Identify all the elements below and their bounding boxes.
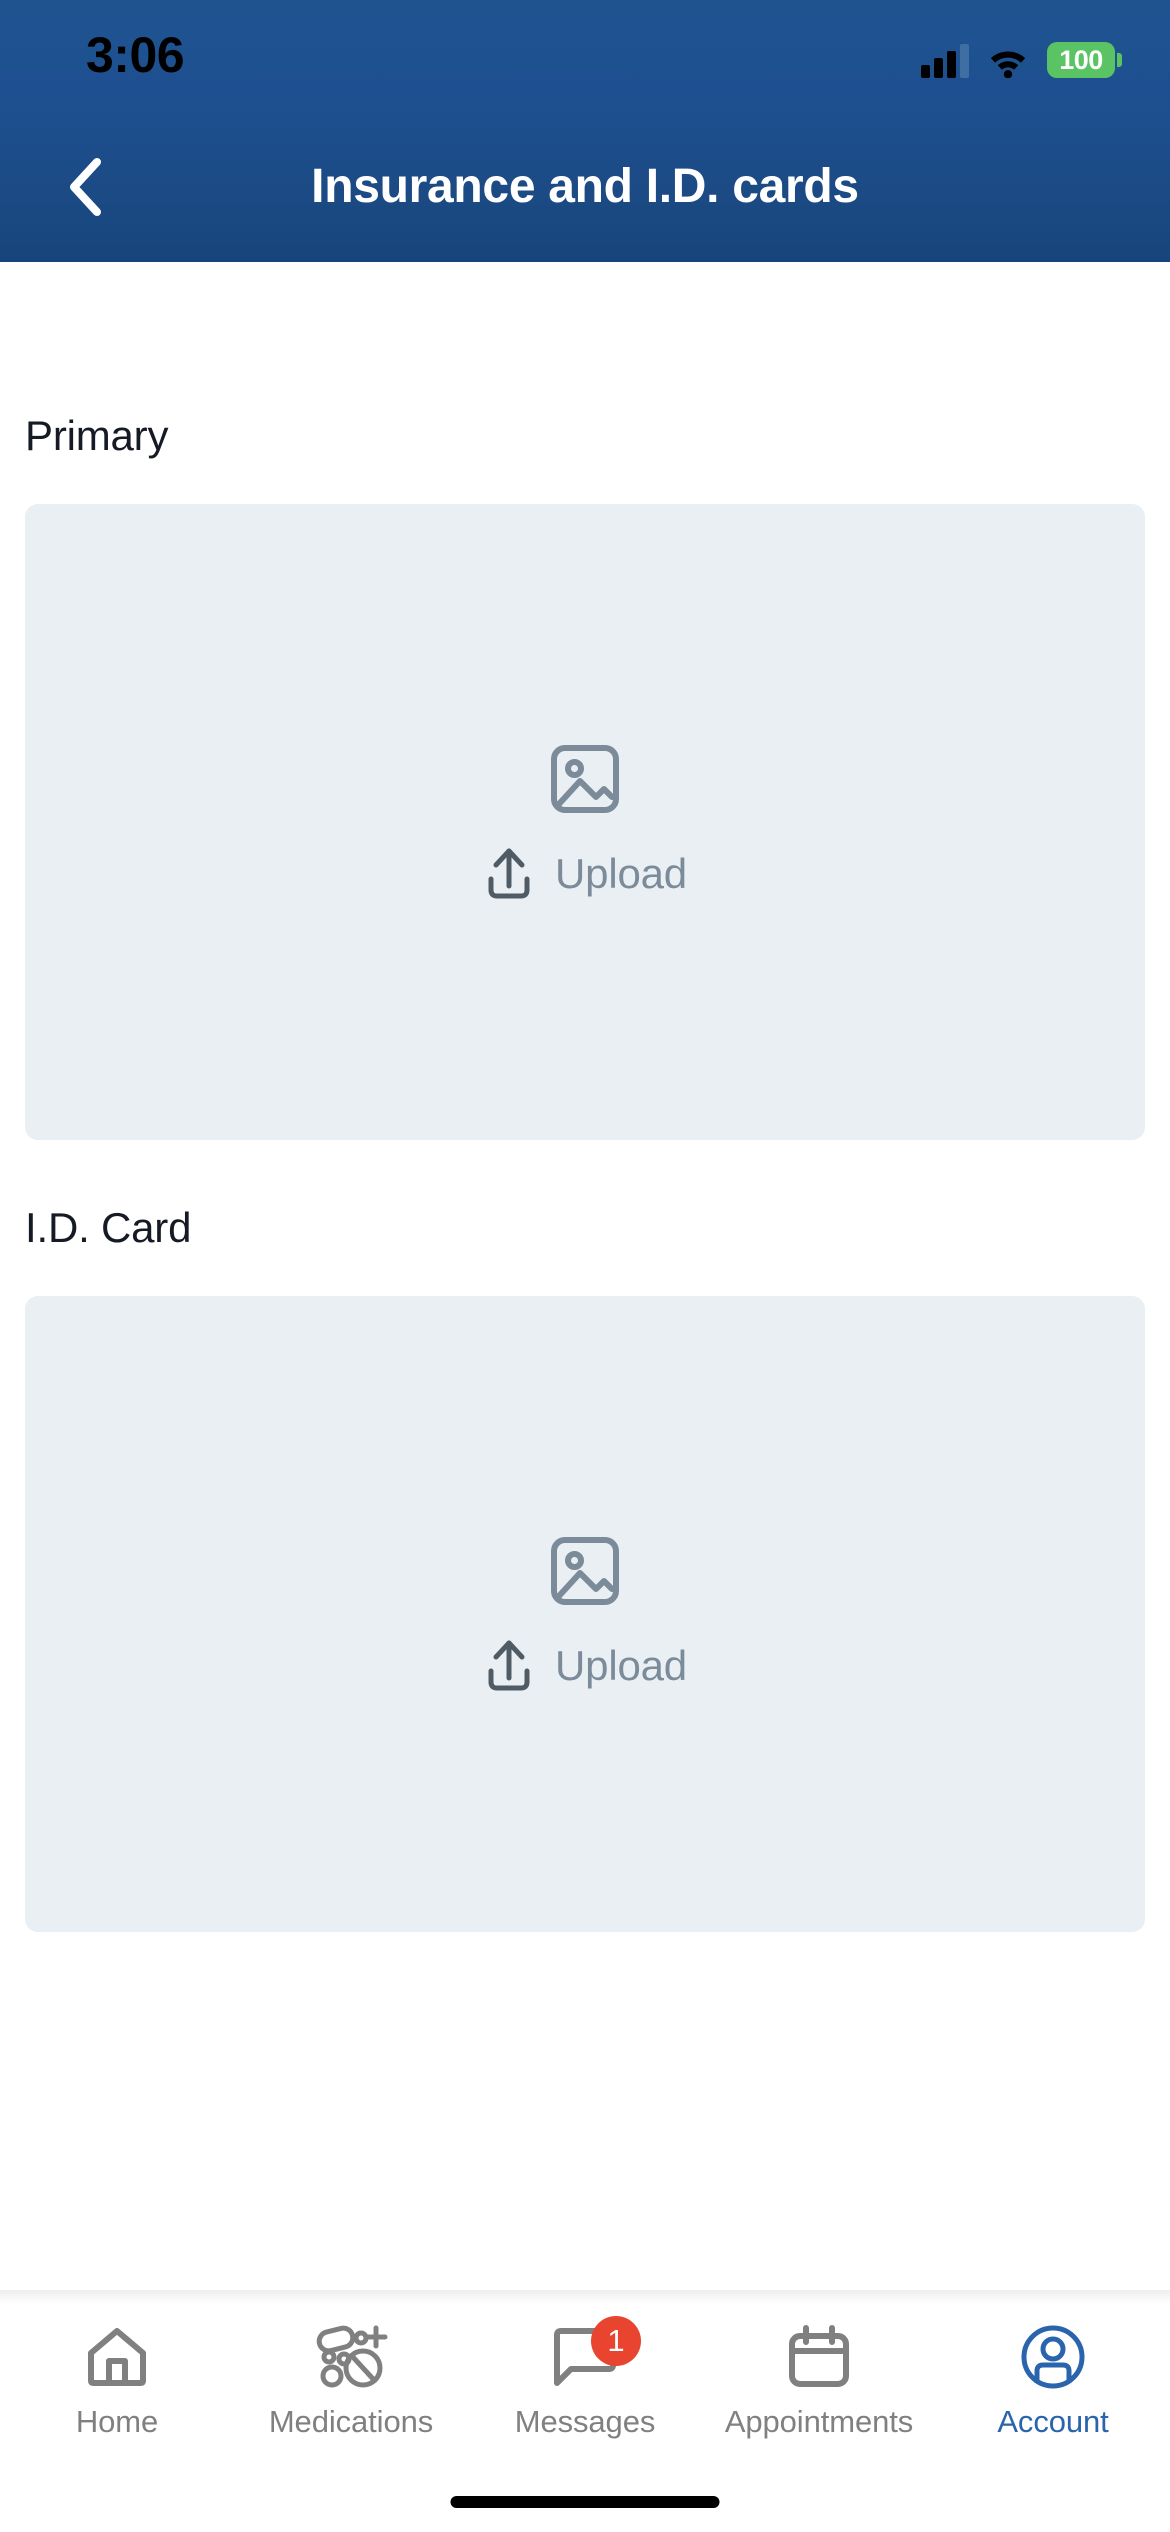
- home-indicator[interactable]: [450, 2496, 720, 2508]
- tab-bar-divider: [0, 2290, 1170, 2304]
- message-bubble-icon: 1: [549, 2316, 641, 2394]
- upload-arrow-icon: [488, 1640, 530, 1690]
- battery-percent-label: 100: [1059, 45, 1103, 75]
- section-label-primary: Primary: [25, 412, 169, 459]
- app-screen: 3:06 100 Insurance and I.D. cards Primar…: [0, 0, 1170, 2532]
- page-title: Insurance and I.D. cards: [311, 159, 859, 213]
- image-placeholder-icon: [549, 1535, 621, 1612]
- tab-messages[interactable]: 1 Messages: [468, 2304, 702, 2464]
- tab-label-messages: Messages: [514, 2404, 656, 2439]
- tab-label-medications: Medications: [268, 2404, 434, 2439]
- tab-account[interactable]: Account: [936, 2304, 1170, 2464]
- tab-label-appointments: Appointments: [724, 2404, 914, 2439]
- wifi-icon: [986, 44, 1030, 78]
- tab-label-account: Account: [997, 2404, 1109, 2439]
- status-bar-indicators: 100: [921, 38, 1122, 78]
- status-bar-time: 3:06: [86, 27, 185, 83]
- tab-label-home: Home: [75, 2404, 159, 2439]
- upload-label: Upload: [555, 849, 687, 897]
- tab-medications[interactable]: Medications: [234, 2304, 468, 2464]
- battery-icon: 100: [1047, 42, 1122, 78]
- status-bar: 3:06 100: [0, 0, 1170, 110]
- bottom-tab-bar: Home Medications 1 Messages Appointments…: [0, 2290, 1170, 2532]
- tab-home[interactable]: Home: [0, 2304, 234, 2464]
- home-icon: [83, 2320, 151, 2394]
- upload-label: Upload: [555, 1641, 687, 1689]
- navigation-bar: Insurance and I.D. cards: [0, 110, 1170, 262]
- tab-appointments[interactable]: Appointments: [702, 2304, 936, 2464]
- cellular-signal-icon: [921, 44, 969, 78]
- app-header: 3:06 100 Insurance and I.D. cards: [0, 0, 1170, 262]
- upload-action[interactable]: Upload: [483, 1638, 687, 1694]
- pills-icon: [313, 2320, 389, 2394]
- page-content: Primary Upload I.D. Card Upload: [0, 262, 1170, 2290]
- id-card-upload-card[interactable]: Upload: [25, 1296, 1145, 1932]
- calendar-icon: [785, 2320, 853, 2394]
- section-label-id-card: I.D. Card: [25, 1204, 192, 1251]
- image-placeholder-icon: [549, 743, 621, 820]
- upload-arrow-icon: [488, 848, 530, 898]
- upload-action[interactable]: Upload: [483, 846, 687, 902]
- user-circle-icon: [1019, 2320, 1087, 2394]
- primary-insurance-upload-card[interactable]: Upload: [25, 504, 1145, 1140]
- messages-unread-badge: 1: [591, 2316, 641, 2366]
